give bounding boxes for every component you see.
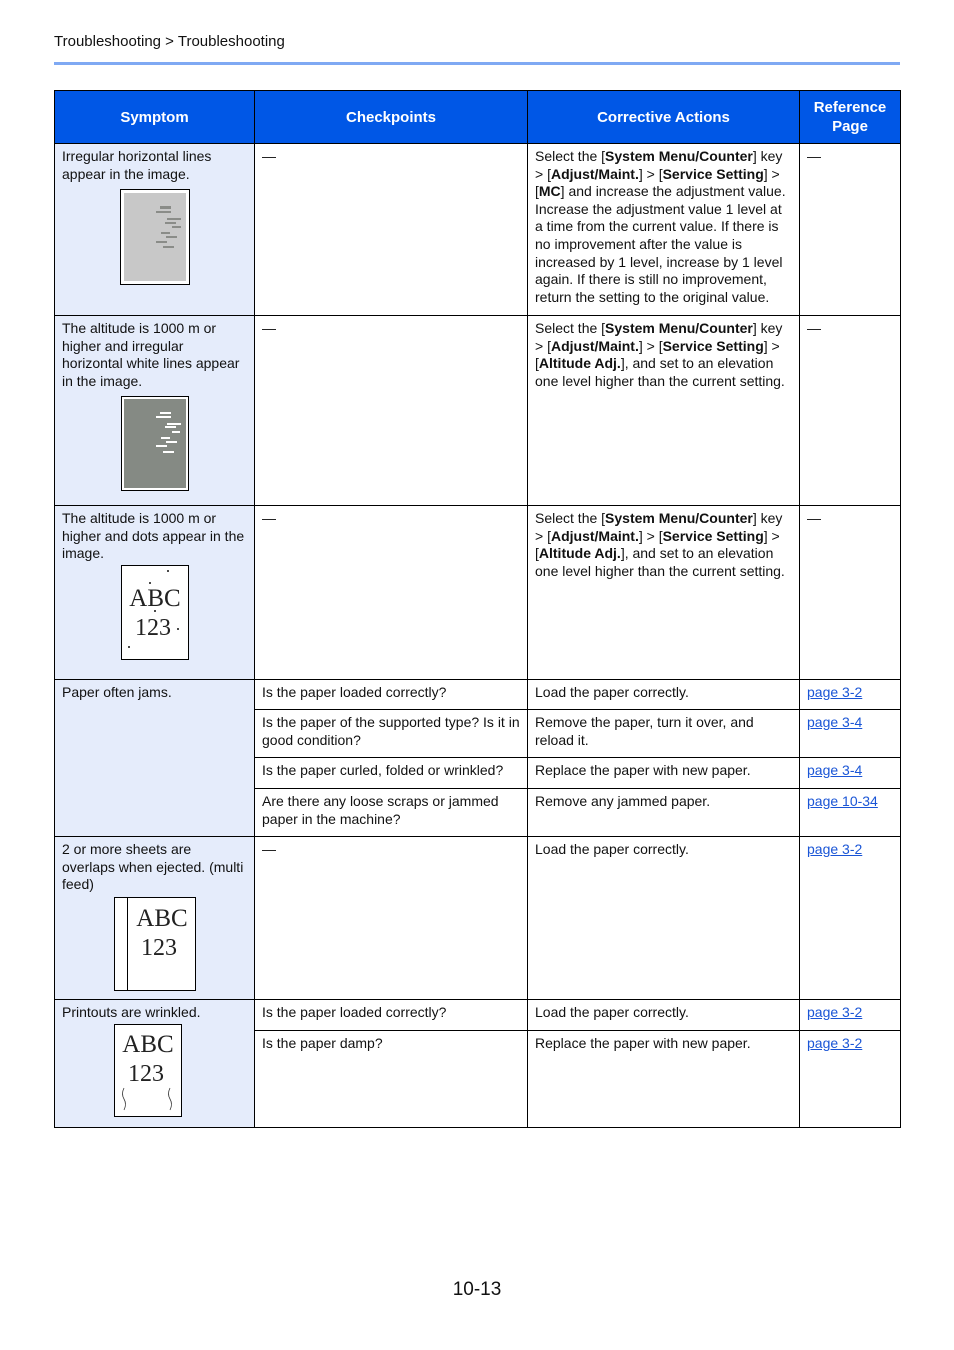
checkpoint-cell: — <box>254 836 528 1000</box>
reference-cell: — <box>799 315 901 506</box>
wrinkled-page-icon: ABC 123 <box>114 1023 182 1117</box>
reference-link[interactable]: page 3-2 <box>807 1035 862 1051</box>
checkpoint-cell: Is the paper loaded correctly? <box>254 679 528 710</box>
table-row: Paper often jams. Is the paper loaded co… <box>54 679 901 837</box>
illustration-text-123: 123 <box>135 615 171 641</box>
action-text: Select the [ <box>535 510 606 526</box>
reference-link[interactable]: page 3-2 <box>807 684 862 700</box>
page-with-dots-icon: ABC 123 <box>120 564 189 660</box>
checkpoint-cell: — <box>254 505 528 680</box>
action-text: Select the [ <box>535 320 606 336</box>
column-header-checkpoints: Checkpoints <box>254 90 528 144</box>
symptom-text: Printouts are wrinkled. <box>62 1004 201 1020</box>
reference-cell: — <box>799 143 901 316</box>
reference-link[interactable]: page 10-34 <box>807 793 878 809</box>
illustration-text-abc: ABC <box>122 1031 173 1058</box>
reference-link[interactable]: page 3-2 <box>807 841 862 857</box>
menu-key-altitude-adj: Altitude Adj. <box>538 355 621 372</box>
corrective-action-cell: Remove the paper, turn it over, and relo… <box>527 709 800 758</box>
reference-cell: page 3-4 <box>799 757 901 789</box>
column-header-symptom: Symptom <box>54 90 255 144</box>
corrective-action-cell: Load the paper correctly. <box>527 999 800 1031</box>
reference-cell: page 3-2 <box>799 679 901 710</box>
menu-key-system-menu-counter: System Menu/Counter <box>605 148 753 164</box>
gray-page-dark-lines-icon <box>119 189 190 286</box>
troubleshooting-table: Symptom Checkpoints Corrective Actions R… <box>54 90 901 1128</box>
reference-cell: page 3-2 <box>799 1030 901 1128</box>
symptom-cell: The altitude is 1000 m or higher and irr… <box>54 315 255 506</box>
menu-key-altitude-adj: Altitude Adj. <box>538 545 621 562</box>
menu-key-service-setting: Service Setting <box>662 527 764 544</box>
checkpoint-cell: Is the paper curled, folded or wrinkled? <box>254 757 528 789</box>
corrective-action-cell: Replace the paper with new paper. <box>527 757 800 789</box>
reference-link[interactable]: page 3-4 <box>807 714 862 730</box>
symptom-text: The altitude is 1000 m or higher and irr… <box>62 320 240 389</box>
reference-link[interactable]: page 3-4 <box>807 762 862 778</box>
reference-cell: page 3-2 <box>799 836 901 1000</box>
symptom-text: Paper often jams. <box>62 684 172 700</box>
action-text: ] > [ <box>638 165 663 182</box>
checkpoint-cell: — <box>254 315 528 506</box>
dark-page-white-lines-icon <box>120 396 189 492</box>
menu-key-adjust-maint: Adjust/Maint. <box>550 337 639 354</box>
menu-key-service-setting: Service Setting <box>662 337 764 354</box>
symptom-text: 2 or more sheets are overlaps when eject… <box>62 841 244 893</box>
checkpoint-cell: Is the paper of the supported type? Is i… <box>254 709 528 758</box>
checkpoint-cell: Is the paper loaded correctly? <box>254 999 528 1031</box>
corrective-action-cell: Select the [System Menu/Counter] key > [… <box>527 143 800 316</box>
corrective-action-cell: Select the [System Menu/Counter] key > [… <box>527 315 800 506</box>
illustration-text-123: 123 <box>141 935 177 961</box>
reference-cell: page 10-34 <box>799 788 901 837</box>
action-text: Select the [ <box>535 148 606 164</box>
table-header-row: Symptom Checkpoints Corrective Actions R… <box>54 90 901 144</box>
menu-key-adjust-maint: Adjust/Maint. <box>550 165 639 182</box>
symptom-cell: The altitude is 1000 m or higher and dot… <box>54 505 255 680</box>
corrective-action-cell: Remove any jammed paper. <box>527 788 800 837</box>
symptom-cell: 2 or more sheets are overlaps when eject… <box>54 836 255 1000</box>
column-header-reference-page: Reference Page <box>799 90 901 144</box>
action-text: ] and increase the adjustment value. Inc… <box>535 183 786 305</box>
table-row: 2 or more sheets are overlaps when eject… <box>54 836 901 1000</box>
breadcrumb: Troubleshooting > Troubleshooting <box>54 33 285 50</box>
table-row: Irregular horizontal lines appear in the… <box>54 143 901 316</box>
symptom-cell: Irregular horizontal lines appear in the… <box>54 143 255 316</box>
reference-cell: — <box>799 505 901 680</box>
symptom-cell: Paper often jams. <box>54 679 255 837</box>
reference-link[interactable]: page 3-2 <box>807 1004 862 1020</box>
symptom-cell: Printouts are wrinkled. ABC 123 <box>54 999 255 1128</box>
menu-key-system-menu-counter: System Menu/Counter <box>605 510 753 526</box>
menu-key-adjust-maint: Adjust/Maint. <box>550 527 639 544</box>
corrective-action-cell: Select the [System Menu/Counter] key > [… <box>527 505 800 680</box>
menu-key-system-menu-counter: System Menu/Counter <box>605 320 753 336</box>
action-text: ] > [ <box>638 527 663 544</box>
corrective-action-cell: Load the paper correctly. <box>527 836 800 1000</box>
menu-key-service-setting: Service Setting <box>662 165 764 182</box>
table-row: Printouts are wrinkled. ABC 123 Is the p… <box>54 999 901 1128</box>
reference-cell: page 3-2 <box>799 999 901 1031</box>
checkpoint-cell: Is the paper damp? <box>254 1030 528 1128</box>
symptom-text: Irregular horizontal lines appear in the… <box>62 148 212 182</box>
menu-key-mc: MC <box>538 183 561 200</box>
table-row: The altitude is 1000 m or higher and irr… <box>54 315 901 506</box>
illustration-text-abc: ABC <box>129 585 180 612</box>
symptom-text: The altitude is 1000 m or higher and dot… <box>62 510 245 562</box>
checkpoint-cell: — <box>254 143 528 316</box>
corrective-action-cell: Load the paper correctly. <box>527 679 800 710</box>
overlapping-sheets-icon: ABC 123 <box>113 896 196 991</box>
corrective-action-cell: Replace the paper with new paper. <box>527 1030 800 1128</box>
column-header-corrective-actions: Corrective Actions <box>527 90 800 144</box>
page-number: 10-13 <box>452 1279 502 1300</box>
illustration-text-abc: ABC <box>136 905 187 932</box>
action-text: ] > [ <box>638 337 663 354</box>
illustration-text-123: 123 <box>128 1061 164 1087</box>
reference-cell: page 3-4 <box>799 709 901 758</box>
header-divider <box>54 62 900 65</box>
table-row: The altitude is 1000 m or higher and dot… <box>54 505 901 680</box>
checkpoint-cell: Are there any loose scraps or jammed pap… <box>254 788 528 837</box>
